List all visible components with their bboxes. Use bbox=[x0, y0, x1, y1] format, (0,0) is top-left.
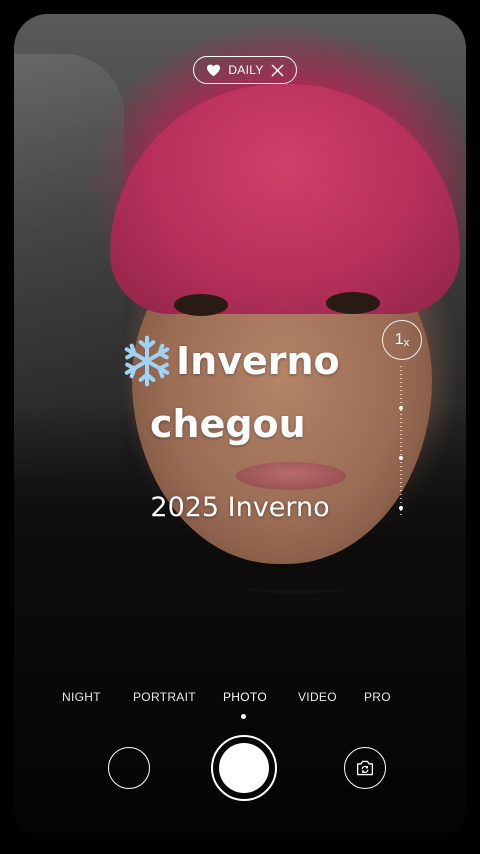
zoom-tick bbox=[400, 438, 402, 439]
zoom-suffix: x bbox=[403, 336, 410, 349]
season-sticker[interactable]: Inverno chegou bbox=[120, 334, 380, 448]
snowflake-icon bbox=[124, 335, 170, 387]
sticker-subtitle: 2025 Inverno bbox=[150, 492, 330, 523]
camera-flip-icon bbox=[356, 760, 374, 776]
zoom-stop[interactable] bbox=[399, 456, 403, 460]
zoom-value: 1 bbox=[394, 331, 404, 348]
zoom-tick bbox=[400, 474, 402, 475]
zoom-tick bbox=[400, 486, 402, 487]
zoom-tick bbox=[400, 490, 402, 491]
shutter-button[interactable] bbox=[211, 735, 277, 801]
camera-mode-bar: NIGHT PORTRAIT PHOTO VIDEO PRO bbox=[0, 690, 480, 710]
zoom-tick bbox=[400, 478, 402, 479]
zoom-tick bbox=[400, 370, 402, 371]
zoom-tick bbox=[400, 398, 402, 399]
zoom-tick bbox=[400, 418, 402, 419]
zoom-tick bbox=[400, 422, 402, 423]
zoom-tick bbox=[400, 450, 402, 451]
mode-pro[interactable]: PRO bbox=[364, 690, 391, 704]
zoom-tick bbox=[400, 466, 402, 467]
zoom-tick bbox=[400, 434, 402, 435]
mode-video[interactable]: VIDEO bbox=[298, 690, 337, 704]
zoom-tick bbox=[400, 414, 402, 415]
zoom-tick bbox=[400, 390, 402, 391]
zoom-tick bbox=[400, 442, 402, 443]
mode-night[interactable]: NIGHT bbox=[62, 690, 101, 704]
zoom-tick bbox=[400, 382, 402, 383]
mode-photo[interactable]: PHOTO bbox=[223, 690, 267, 704]
shutter-button-inner bbox=[219, 743, 269, 793]
switch-camera-button[interactable] bbox=[344, 747, 386, 789]
zoom-tick bbox=[400, 470, 402, 471]
zoom-tick bbox=[400, 410, 402, 411]
zoom-stop[interactable] bbox=[399, 406, 403, 410]
sticker-line-1: Inverno bbox=[176, 339, 340, 383]
zoom-tick bbox=[400, 366, 402, 367]
zoom-tick bbox=[400, 482, 402, 483]
zoom-tick bbox=[400, 454, 402, 455]
gallery-thumbnail-button[interactable] bbox=[108, 747, 150, 789]
zoom-tick bbox=[400, 430, 402, 431]
sticker-line-2: chegou bbox=[150, 402, 306, 446]
heart-icon bbox=[207, 64, 221, 76]
zoom-tick bbox=[400, 426, 402, 427]
mode-portrait[interactable]: PORTRAIT bbox=[133, 690, 196, 704]
zoom-tick bbox=[400, 446, 402, 447]
close-icon[interactable] bbox=[271, 64, 284, 77]
daily-filter-label: DAILY bbox=[228, 63, 264, 77]
zoom-tick bbox=[400, 386, 402, 387]
zoom-tick bbox=[400, 378, 402, 379]
zoom-tick bbox=[400, 462, 402, 463]
daily-filter-chip[interactable]: DAILY bbox=[193, 56, 297, 84]
zoom-tick bbox=[400, 374, 402, 375]
active-mode-indicator bbox=[241, 714, 246, 719]
zoom-tick bbox=[400, 394, 402, 395]
zoom-tick bbox=[400, 402, 402, 403]
zoom-button[interactable]: 1x bbox=[382, 320, 422, 360]
